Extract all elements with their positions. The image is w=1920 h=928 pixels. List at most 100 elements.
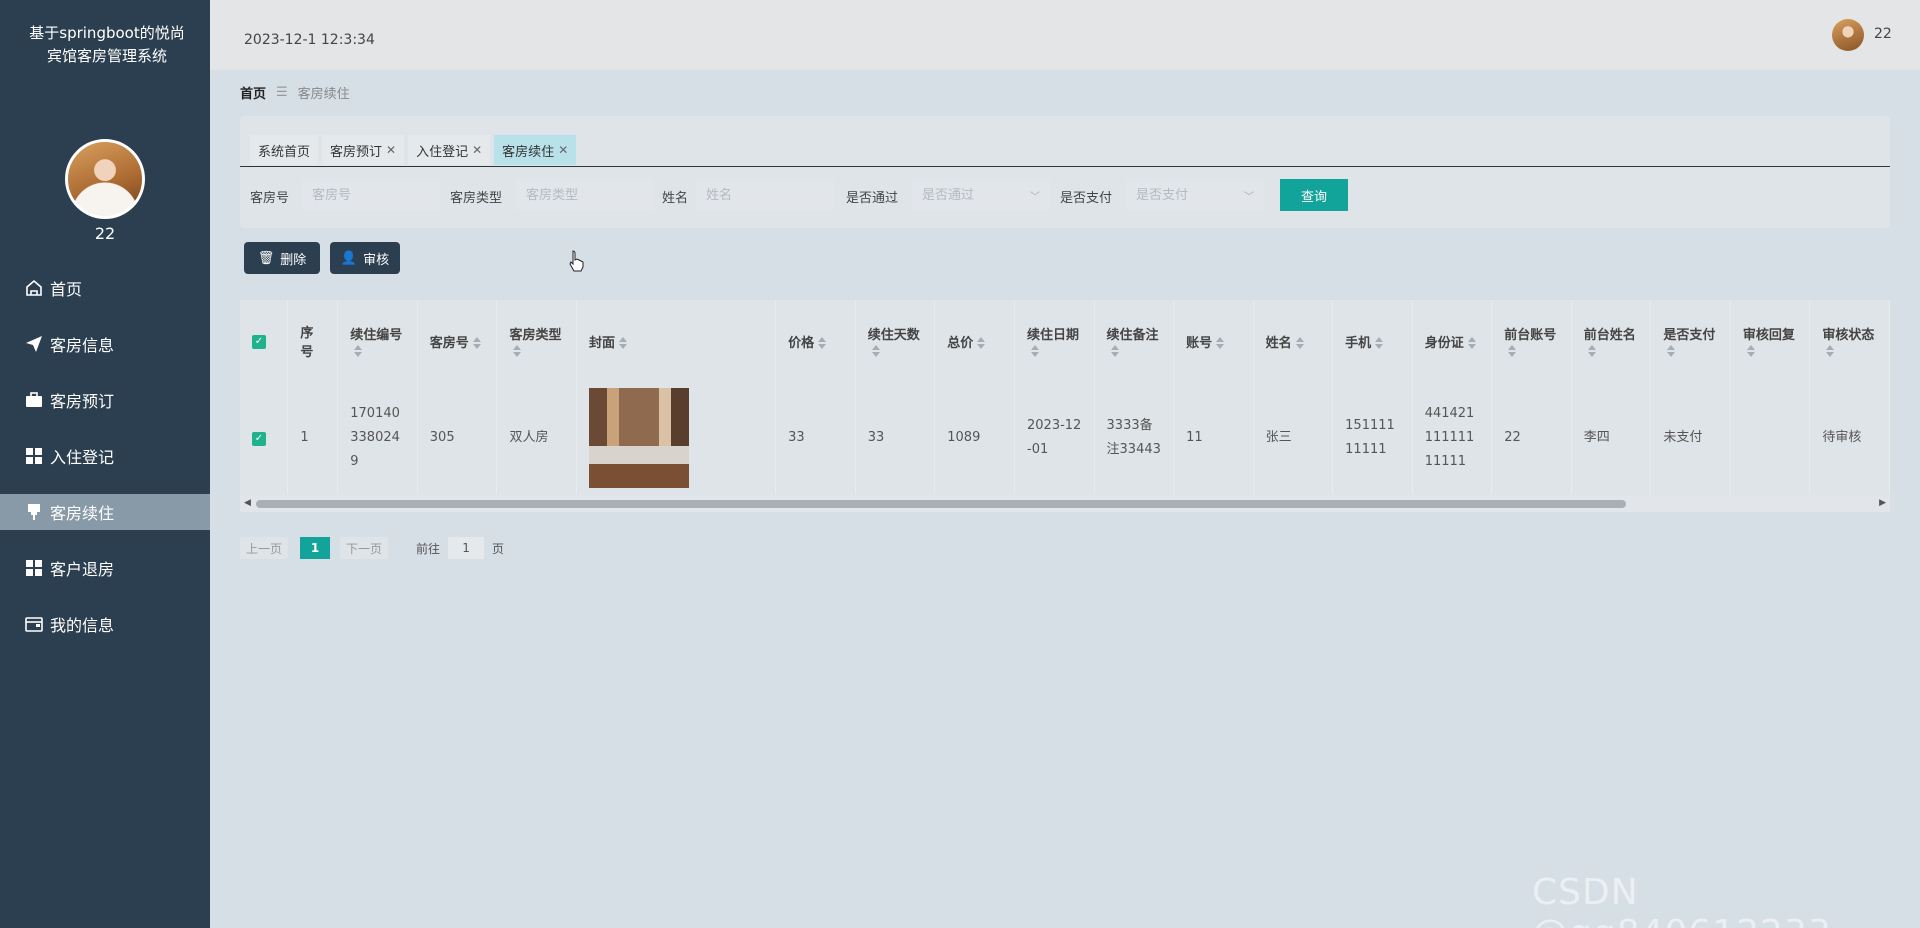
- sort-icon: [1375, 337, 1384, 349]
- next-page-button[interactable]: 下一页: [340, 537, 389, 559]
- page-number[interactable]: 1: [300, 537, 331, 559]
- system-title: 基于springboot的悦尚宾馆客房管理系统: [29, 24, 185, 65]
- sidebar-item-renewal[interactable]: 客房续住: [0, 494, 210, 530]
- chevron-down-icon: ﹀: [1244, 192, 1254, 203]
- cell-status: 待审核: [1809, 382, 1890, 494]
- col-header[interactable]: 续住编号: [337, 300, 418, 382]
- col-header[interactable]: 前台账号: [1491, 300, 1572, 382]
- col-header[interactable]: 价格: [775, 300, 856, 382]
- tab-bar: 系统首页 客房预订 ✕ 入住登记 ✕ 客房续住 ✕: [250, 135, 577, 165]
- cell-room-type: 双人房: [496, 382, 577, 494]
- breadcrumb-home[interactable]: 首页: [240, 83, 266, 102]
- sidebar-item-label: 客户退房: [50, 560, 115, 579]
- col-header[interactable]: 审核状态: [1809, 300, 1890, 382]
- sort-icon: [1746, 344, 1755, 357]
- query-button[interactable]: 查询: [1280, 179, 1348, 211]
- sidebar-item-my-info[interactable]: 我的信息: [0, 606, 210, 642]
- tab-system-home[interactable]: 系统首页: [250, 135, 319, 165]
- home-icon: [24, 278, 44, 298]
- sort-icon: [1295, 337, 1304, 349]
- close-icon[interactable]: ✕: [558, 143, 568, 157]
- hand-cursor-icon: [569, 250, 584, 272]
- col-header[interactable]: 身份证: [1412, 300, 1493, 382]
- col-header[interactable]: 续住天数: [855, 300, 936, 382]
- sort-icon: [1110, 344, 1119, 357]
- sort-icon: [472, 337, 481, 349]
- trash-icon: 🗑: [257, 250, 275, 266]
- tab-checkin[interactable]: 入住登记 ✕: [408, 135, 491, 165]
- user-avatar[interactable]: [1832, 19, 1864, 51]
- sidebar-item-home[interactable]: 首页: [0, 270, 210, 306]
- pin-icon: [24, 502, 44, 522]
- room-type-label: 客房类型: [450, 191, 503, 206]
- review-button[interactable]: 👤 审核: [330, 242, 400, 274]
- sidebar-item-checkout[interactable]: 客户退房: [0, 550, 210, 586]
- header-username[interactable]: 22: [1874, 26, 1892, 42]
- watermark: CSDN @qq840612233: [1532, 872, 1831, 928]
- review-label: 审核: [363, 252, 390, 268]
- cell-desk-account: 22: [1491, 382, 1572, 494]
- tab-label: 入住登记: [416, 144, 469, 160]
- sidebar-avatar: [65, 139, 145, 219]
- tab-label: 系统首页: [258, 144, 311, 160]
- tab-room-booking[interactable]: 客房预订 ✕: [322, 135, 405, 165]
- sidebar-item-label: 首页: [50, 280, 83, 299]
- sort-icon: [977, 337, 986, 349]
- goto-label: 前往: [416, 541, 441, 556]
- sort-icon: [1587, 344, 1596, 357]
- current-datetime: 2023-12-1 12:3:34: [244, 32, 375, 48]
- top-bar: 2023-12-1 12:3:34 22: [210, 0, 1920, 70]
- delete-button[interactable]: 🗑 删除: [244, 242, 320, 274]
- approved-label: 是否通过: [846, 191, 899, 206]
- cell-index: 1: [287, 382, 339, 494]
- tab-divider: [240, 166, 1890, 167]
- goto-page-input[interactable]: 1: [448, 537, 485, 559]
- col-header[interactable]: 是否支付: [1650, 300, 1731, 382]
- col-header[interactable]: 客房号: [417, 300, 498, 382]
- col-header[interactable]: 姓名: [1253, 300, 1334, 382]
- col-header[interactable]: 账号: [1173, 300, 1254, 382]
- horizontal-scrollbar[interactable]: ◀ ▶: [240, 496, 1890, 512]
- col-header[interactable]: 总价: [934, 300, 1015, 382]
- col-header[interactable]: 续住备注: [1094, 300, 1175, 382]
- sidebar-item-checkin[interactable]: 入住登记: [0, 438, 210, 474]
- col-header[interactable]: 审核回复: [1730, 300, 1811, 382]
- cell-phone: 15111111111: [1332, 382, 1413, 494]
- sidebar-item-label: 入住登记: [50, 448, 115, 467]
- room-cover-image[interactable]: [588, 388, 689, 488]
- tab-renewal[interactable]: 客房续住 ✕: [494, 135, 577, 165]
- sidebar-item-room-booking[interactable]: 客房预订: [0, 382, 210, 418]
- main-content: 2023-12-1 12:3:34 22 首页 ☰ 客房续住 系统首页 客房预订…: [210, 0, 1920, 928]
- col-header[interactable]: 续住日期: [1014, 300, 1095, 382]
- sidebar-item-label: 我的信息: [50, 616, 115, 635]
- select-all-checkbox[interactable]: ✓: [252, 335, 266, 349]
- row-checkbox[interactable]: ✓: [252, 432, 266, 446]
- data-table: ✓ 序号 续住编号 客房号 客房类型 封面 价格 续住天数 总价 续住日期 续住…: [240, 300, 1890, 512]
- room-no-label: 客房号: [250, 191, 290, 206]
- sort-icon: [354, 344, 363, 357]
- sidebar-menu: 首页 客房信息 客房预订 入住登记 客房续住 客户退房 我的信息: [0, 270, 210, 662]
- sidebar-username: 22: [94, 224, 116, 243]
- col-header[interactable]: 客房类型: [496, 300, 577, 382]
- room-type-input[interactable]: [516, 180, 654, 210]
- close-icon[interactable]: ✕: [472, 143, 482, 157]
- sort-icon: [618, 337, 627, 349]
- scroll-thumb[interactable]: [256, 500, 1626, 508]
- sidebar-item-room-info[interactable]: 客房信息: [0, 326, 210, 362]
- close-icon[interactable]: ✕: [386, 143, 396, 157]
- col-header[interactable]: 封面: [576, 300, 777, 382]
- prev-page-button[interactable]: 上一页: [240, 537, 289, 559]
- briefcase-icon: [24, 390, 44, 410]
- col-header[interactable]: 手机: [1332, 300, 1413, 382]
- scroll-left-icon[interactable]: ◀: [244, 498, 251, 508]
- scroll-right-icon[interactable]: ▶: [1879, 498, 1886, 508]
- sort-icon: [1826, 344, 1835, 357]
- name-input[interactable]: [696, 180, 834, 210]
- cell-remark: 3333备注33443: [1094, 382, 1175, 494]
- breadcrumb-current: 客房续住: [297, 87, 350, 102]
- sort-icon: [1216, 337, 1225, 349]
- table-row[interactable]: ✓ 1 1701403380249 305 双人房 33 33 1089 202…: [240, 382, 1890, 494]
- col-header[interactable]: 前台姓名: [1571, 300, 1652, 382]
- grid-icon: [24, 446, 44, 466]
- room-no-input[interactable]: [302, 180, 440, 210]
